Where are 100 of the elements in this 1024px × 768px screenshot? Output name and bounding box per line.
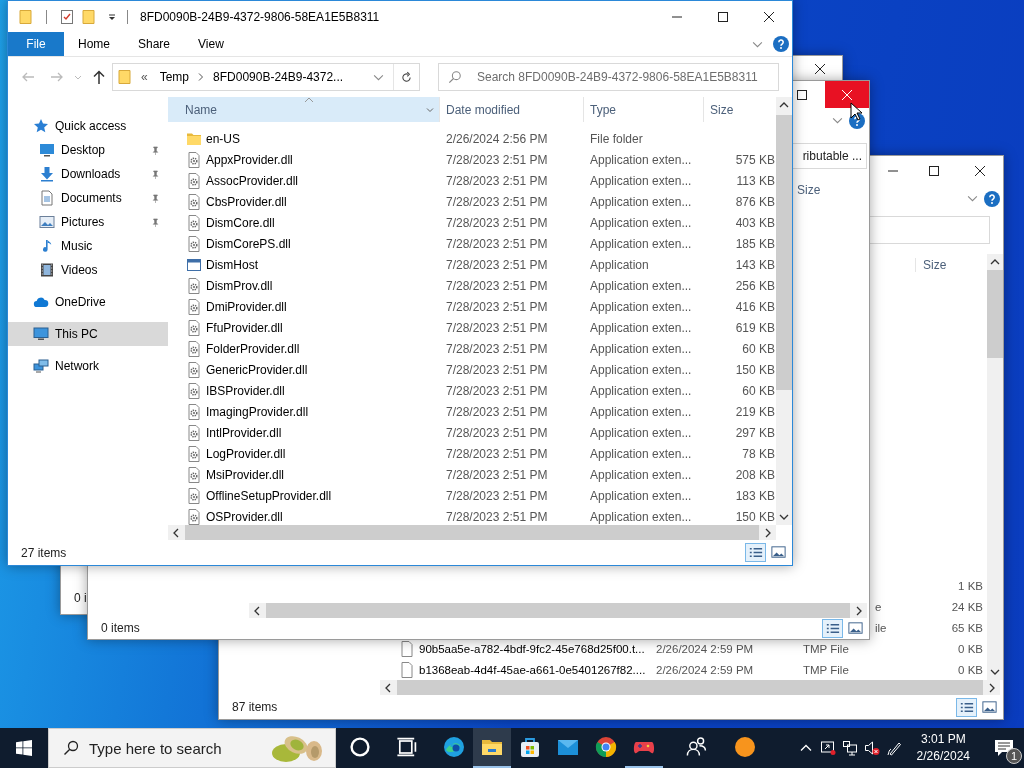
file-name[interactable]: LogProvider.dll [206,446,286,461]
nav-item[interactable]: Documents [8,186,168,210]
pen-icon[interactable] [885,740,902,756]
gear-document-icon [186,193,202,210]
file-name[interactable]: MsiProvider.dll [206,467,285,482]
display-alert-icon[interactable] [819,740,836,756]
star-icon [33,118,49,134]
close-icon [842,89,852,100]
properties-icon[interactable] [59,8,75,25]
overflow-button[interactable]: « [137,70,152,84]
close-button[interactable] [825,81,869,108]
windows-logo-icon[interactable] [16,740,32,756]
table-cell-text: Application exten... [589,509,693,524]
gear-document-icon [186,235,202,252]
table-cell-text: Application exten... [589,425,693,440]
column-header[interactable]: Date modified [440,97,584,122]
nav-item[interactable]: Music [8,234,168,258]
table-cell-text: Application exten... [589,362,693,377]
search-field[interactable] [870,216,990,244]
ribbon-expand-icon[interactable] [832,117,843,124]
file-menu-tab[interactable]: File [8,32,64,56]
file-name[interactable]: OSProvider.dll [206,509,283,524]
nav-item[interactable]: Downloads [8,162,168,186]
ribbon-tab[interactable]: View [184,32,238,56]
table-cell-text: 7/28/2023 2:51 PM [445,341,549,356]
file-name[interactable]: DismCore.dll [206,215,275,230]
breadcrumb[interactable]: 8FD0090B-24B9-4372... [209,70,348,84]
file-name[interactable]: IntlProvider.dll [206,425,282,440]
column-header[interactable]: Type [584,97,704,122]
file-name[interactable]: ImagingProvider.dll [206,404,309,419]
file-name[interactable]: DismCorePS.dll [206,236,291,251]
gear-document-icon [186,298,202,315]
nav-item[interactable]: Quick access [8,114,168,138]
close-icon [975,166,985,176]
details-view-icon[interactable] [822,618,843,638]
file-name[interactable]: 90b5aa5e-a782-4bdf-9fc2-45e768d25f00.t... [419,642,656,655]
nav-item[interactable]: Desktop [8,138,168,162]
file-name[interactable]: b1368eab-4d4f-45ae-a661-0e5401267f82.... [419,663,656,676]
ribbon-expand-icon[interactable] [752,40,763,48]
file-name[interactable]: DismProv.dll [206,278,273,293]
application-icon [186,256,202,273]
table-cell-text: 7/28/2023 2:51 PM [445,320,549,335]
vertical-scrollbar[interactable] [776,97,792,525]
ribbon-tab[interactable]: Share [124,32,185,56]
scrollbar-thumb[interactable] [987,270,1003,358]
taskbar-search-field[interactable]: Type here to search [48,728,336,768]
table-cell: 208 KB [735,467,775,482]
circle-icon [348,735,372,759]
browser-wave-icon [442,735,466,759]
path-field[interactable]: ributable ... [791,142,867,169]
ribbon-tab[interactable]: Home [64,32,124,56]
customize-caret-icon[interactable] [107,11,117,22]
refresh-icon[interactable] [400,70,413,84]
address-dropdown-icon[interactable] [373,73,384,81]
nav-item[interactable]: Videos [8,258,168,282]
file-name[interactable]: FfuProvider.dll [206,320,283,335]
table-cell: 403 KB [735,215,775,230]
details-view-icon[interactable] [745,543,766,562]
details-view-icon[interactable] [956,697,977,717]
file-name[interactable]: GenericProvider.dll [206,362,308,377]
table-cell: TMP File [803,663,849,676]
file-name[interactable]: OfflineSetupProvider.dll [206,488,332,503]
address-bar[interactable]: « Temp 8FD0090B-24B9-4372... [112,63,420,91]
gear-document-icon [186,466,202,483]
taskbar-app-button[interactable] [473,728,511,768]
nav-item[interactable]: This PC [8,322,168,346]
file-name[interactable]: AppxProvider.dll [206,152,293,167]
table-cell-text: Application [589,257,650,272]
breadcrumb[interactable]: Temp [155,70,194,84]
file-name[interactable]: en-US [206,131,240,146]
table-cell-text: Application exten... [589,446,693,461]
wired-network-icon[interactable] [841,740,858,756]
vertical-scrollbar[interactable] [987,254,1003,680]
file-name[interactable]: DmiProvider.dll [206,299,287,314]
network-icon [33,358,49,374]
status-text: 0 items [101,621,140,635]
column-header[interactable]: Size [915,258,947,272]
clock[interactable]: 3:01 PM 2/26/2024 [912,728,974,768]
documents-icon [39,190,55,206]
column-header[interactable]: Name [168,97,440,122]
column-header[interactable]: Size [704,97,776,122]
file-name[interactable]: IBSProvider.dll [206,383,285,398]
file-name[interactable]: DismHost [206,257,258,272]
muted-speaker-icon[interactable] [863,740,880,756]
nav-item[interactable]: OneDrive [8,290,168,314]
gear-document-icon [186,319,202,336]
maximize-icon [718,11,728,22]
file-name[interactable]: CbsProvider.dll [206,194,287,209]
up-arrow-icon[interactable] [91,69,107,85]
scrollbar-thumb[interactable] [776,115,792,390]
file-name[interactable]: FolderProvider.dll [206,341,300,356]
ribbon-expand-icon[interactable] [967,195,978,202]
search-field[interactable]: Search 8FD0090B-24B9-4372-9806-58EA1E5B8311 [438,63,779,91]
nav-item[interactable]: Pictures [8,210,168,234]
app-circle-icon [733,735,757,759]
file-name[interactable]: AssocProvider.dll [206,173,299,188]
gear-document-icon [186,382,202,399]
window-title: 8FD0090B-24B9-4372-9806-58EA1E5B8311 [140,9,380,24]
table-cell: 150 KB [735,362,775,377]
nav-item[interactable]: Network [8,354,168,378]
